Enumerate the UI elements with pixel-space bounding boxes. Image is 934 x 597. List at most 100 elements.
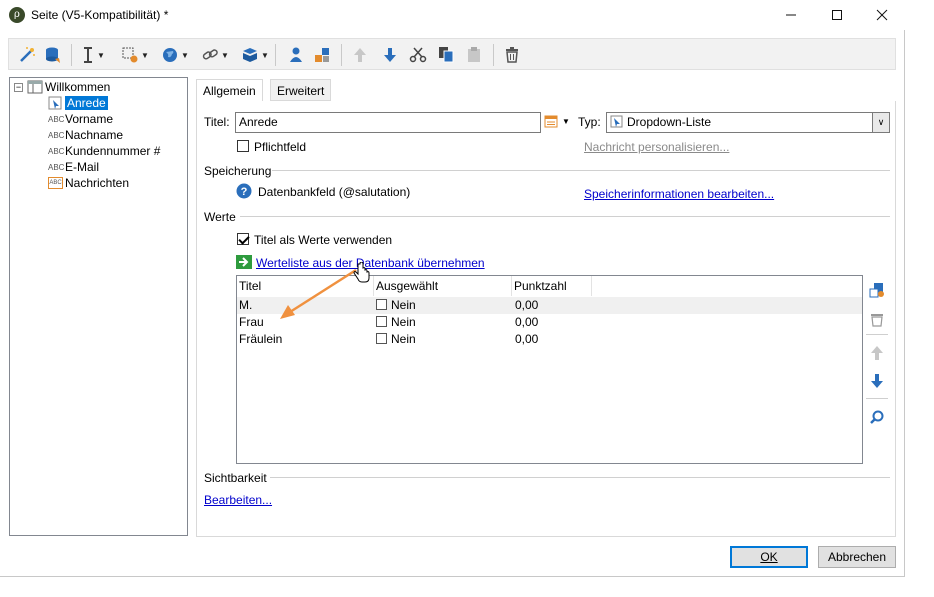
title-bar: ρ Seite (V5-Kompatibilität) * bbox=[0, 0, 905, 30]
text-cursor-icon[interactable]: ▼ bbox=[81, 44, 105, 66]
chevron-down-icon[interactable]: ∨ bbox=[872, 113, 889, 132]
database-icon[interactable] bbox=[43, 44, 63, 66]
edit-visibility-link[interactable]: Bearbeiten... bbox=[204, 493, 272, 507]
cell-score: 0,00 bbox=[515, 315, 539, 329]
delete-icon[interactable] bbox=[503, 44, 521, 66]
window-title: Seite (V5-Kompatibilität) * bbox=[31, 8, 169, 22]
text-area-icon: ABC bbox=[48, 177, 63, 189]
globe-icon[interactable]: ▼ bbox=[161, 44, 189, 66]
arrow-up-icon bbox=[871, 346, 883, 360]
edit-storage-link[interactable]: Speicherinformationen bearbeiten... bbox=[584, 187, 774, 201]
search-value-button[interactable] bbox=[868, 408, 886, 426]
maximize-button[interactable] bbox=[814, 0, 860, 30]
copy-icon[interactable] bbox=[437, 44, 455, 66]
tab-erweitert[interactable]: Erweitert bbox=[270, 79, 332, 101]
table-row[interactable]: Fräulein Nein 0,00 bbox=[237, 331, 862, 348]
required-label: Pflichtfeld bbox=[254, 140, 307, 154]
tab-allgemein[interactable]: Allgemein bbox=[196, 79, 263, 102]
tree-item-label: Kundennummer # bbox=[65, 144, 161, 158]
cancel-button-label: Abbrechen bbox=[827, 550, 887, 564]
title-picker-button[interactable]: ▼ bbox=[544, 114, 570, 128]
wizard-icon[interactable] bbox=[17, 44, 37, 66]
tree-item-nachrichten[interactable]: ABC Nachrichten bbox=[48, 175, 129, 191]
values-section-title: Werte bbox=[204, 210, 236, 224]
use-titles-label: Titel als Werte verwenden bbox=[254, 233, 393, 247]
minimize-button[interactable] bbox=[768, 0, 814, 30]
type-select-value: Dropdown-Liste bbox=[627, 115, 712, 129]
visibility-section-title: Sichtbarkeit bbox=[204, 471, 267, 485]
shapes-icon[interactable] bbox=[313, 44, 333, 66]
text-field-icon: ABC bbox=[48, 162, 65, 172]
row-checkbox[interactable] bbox=[376, 299, 387, 310]
link-icon[interactable]: ▼ bbox=[201, 44, 229, 66]
cell-selected-label: Nein bbox=[391, 298, 416, 312]
help-icon: ? bbox=[236, 183, 252, 202]
text-field-icon: ABC bbox=[48, 114, 65, 124]
arrow-down-icon bbox=[871, 374, 883, 388]
tree-item-nachname[interactable]: ABC Nachname bbox=[48, 127, 123, 143]
storage-value: Datenbankfeld (@salutation) bbox=[258, 185, 411, 199]
cell-title: M. bbox=[239, 298, 253, 312]
column-header-ausgewaehlt[interactable]: Ausgewählt bbox=[374, 276, 512, 296]
hand-cursor-icon bbox=[353, 262, 370, 283]
chevron-down-icon: ▼ bbox=[562, 116, 570, 126]
insert-field-icon[interactable]: ▼ bbox=[121, 44, 149, 66]
trash-icon bbox=[871, 314, 883, 327]
text-field-icon: ABC bbox=[48, 130, 65, 140]
close-button[interactable] bbox=[859, 0, 905, 30]
app-icon: ρ bbox=[9, 7, 25, 23]
cell-selected[interactable]: Nein bbox=[376, 298, 416, 312]
tree-item-label: E-Mail bbox=[65, 160, 100, 174]
search-icon bbox=[870, 410, 884, 424]
dropdown-field-icon bbox=[48, 96, 62, 110]
cell-selected[interactable]: Nein bbox=[376, 315, 416, 329]
column-header-punktzahl[interactable]: Punktzahl bbox=[512, 276, 592, 296]
tree-item-vorname[interactable]: ABC Vorname bbox=[48, 111, 113, 127]
delete-value-button bbox=[868, 310, 886, 328]
personalize-message-link: Nachricht personalisieren... bbox=[584, 140, 730, 154]
cell-selected-label: Nein bbox=[391, 332, 416, 346]
cancel-button[interactable]: Abbrechen bbox=[818, 546, 896, 568]
tree-item-label: Vorname bbox=[65, 112, 114, 126]
ok-button-label: OK bbox=[760, 550, 778, 564]
storage-section-title: Speicherung bbox=[204, 164, 272, 178]
use-titles-checkbox[interactable] bbox=[237, 233, 249, 245]
tree-item-anrede[interactable]: Anrede bbox=[48, 95, 108, 111]
move-value-down-button[interactable] bbox=[868, 372, 886, 390]
cut-icon[interactable] bbox=[409, 44, 427, 66]
calendar-icon bbox=[544, 115, 558, 128]
dropdown-field-icon bbox=[610, 115, 623, 128]
package-icon[interactable]: ▼ bbox=[241, 44, 269, 66]
page-tree: − Willkommen Anrede ABC Vorname ABC Nach… bbox=[9, 77, 188, 536]
tree-item-label: Nachname bbox=[65, 128, 124, 142]
type-select[interactable]: Dropdown-Liste ∨ bbox=[606, 112, 890, 133]
cell-score: 0,00 bbox=[515, 298, 539, 312]
tree-root-label: Willkommen bbox=[45, 80, 111, 94]
move-down-icon[interactable] bbox=[381, 44, 399, 66]
move-value-up-button bbox=[868, 344, 886, 362]
add-value-button[interactable] bbox=[868, 281, 886, 299]
move-up-icon bbox=[351, 44, 369, 66]
title-input[interactable]: Anrede bbox=[235, 112, 541, 133]
tree-item-email[interactable]: ABC E-Mail bbox=[48, 159, 99, 175]
row-checkbox[interactable] bbox=[376, 333, 387, 344]
tree-root[interactable]: − Willkommen bbox=[14, 79, 110, 95]
dialog-window: ρ Seite (V5-Kompatibilität) * ▼ ▼ ▼ ▼ ▼ … bbox=[0, 0, 905, 577]
title-label: Titel: bbox=[204, 115, 230, 129]
required-checkbox[interactable] bbox=[237, 140, 249, 152]
paste-icon bbox=[465, 44, 483, 66]
ok-button[interactable]: OK bbox=[730, 546, 808, 568]
cell-title: Frau bbox=[239, 315, 264, 329]
toolbar: ▼ ▼ ▼ ▼ ▼ bbox=[8, 38, 896, 70]
type-label: Typ: bbox=[578, 115, 601, 129]
arrow-right-icon bbox=[236, 255, 252, 272]
user-icon[interactable] bbox=[287, 44, 305, 66]
collapse-icon[interactable]: − bbox=[14, 82, 23, 92]
cell-selected[interactable]: Nein bbox=[376, 332, 416, 346]
add-value-icon bbox=[869, 283, 884, 298]
text-field-icon: ABC bbox=[48, 146, 65, 156]
tree-item-kundennummer[interactable]: ABC Kundennummer # bbox=[48, 143, 160, 159]
cell-title: Fräulein bbox=[239, 332, 283, 346]
row-checkbox[interactable] bbox=[376, 316, 387, 327]
tree-item-label: Anrede bbox=[65, 96, 108, 110]
